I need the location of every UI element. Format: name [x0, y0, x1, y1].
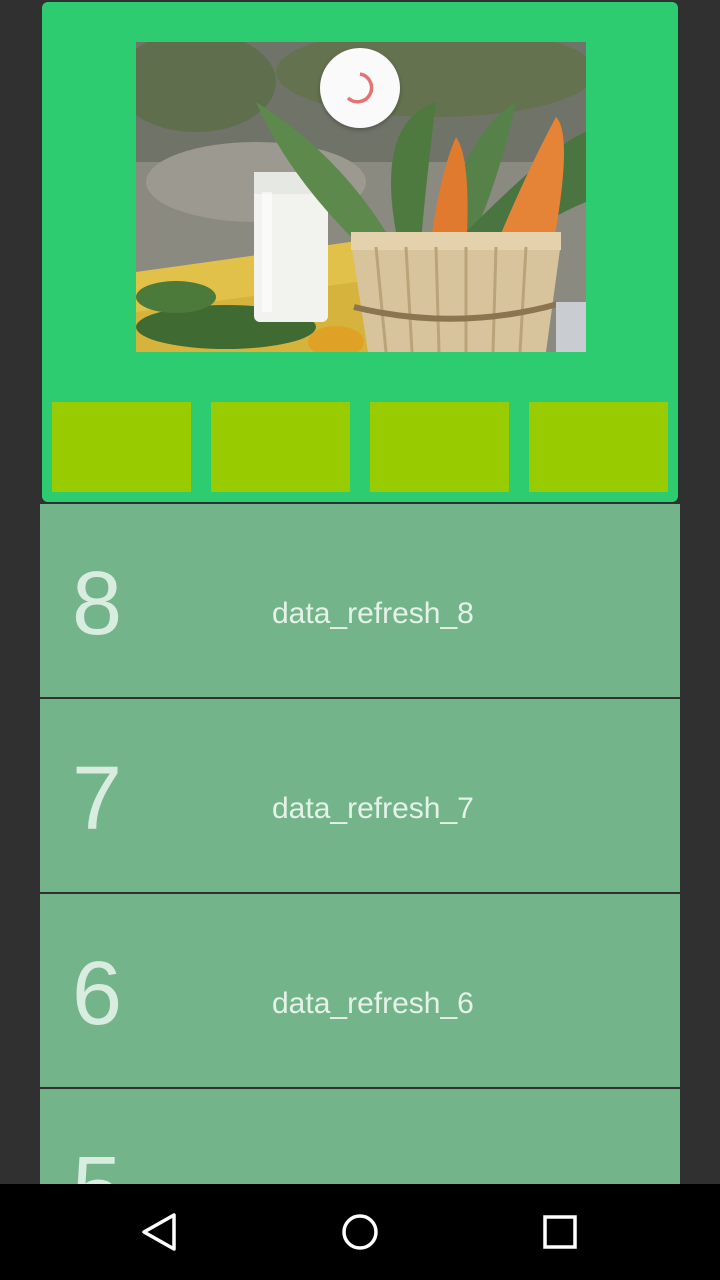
- header-card: [42, 2, 678, 502]
- recents-button[interactable]: [540, 1212, 580, 1252]
- loading-spinner: [320, 48, 400, 128]
- list-item-label: data_refresh_7: [272, 792, 474, 825]
- list-item[interactable]: 7 data_refresh_7: [40, 699, 680, 892]
- screen: 8 data_refresh_8 7 data_refresh_7 6 data…: [0, 0, 720, 1280]
- list-item-number: 5: [72, 1139, 122, 1184]
- list-item[interactable]: 5: [40, 1089, 680, 1184]
- list-item-number: 6: [72, 944, 123, 1044]
- list-item-number: 7: [72, 749, 123, 849]
- tile-button-3[interactable]: [370, 402, 509, 492]
- navigation-bar: [0, 1184, 720, 1280]
- list-item[interactable]: 6 data_refresh_6: [40, 894, 680, 1087]
- data-list[interactable]: 8 data_refresh_8 7 data_refresh_7 6 data…: [40, 504, 680, 1184]
- home-button[interactable]: [340, 1212, 380, 1252]
- back-triangle-icon: [142, 1213, 176, 1251]
- tile-button-4[interactable]: [529, 402, 668, 492]
- home-circle-icon: [342, 1214, 378, 1250]
- back-button[interactable]: [140, 1212, 180, 1252]
- tile-button-1[interactable]: [52, 402, 191, 492]
- tile-button-row: [52, 402, 668, 492]
- loading-spinner-icon: [346, 72, 374, 104]
- list-item[interactable]: 8 data_refresh_8: [40, 504, 680, 697]
- list-item-number: 8: [72, 554, 123, 654]
- list-item-label: data_refresh_8: [272, 597, 474, 630]
- recents-square-icon: [543, 1215, 577, 1249]
- tile-button-2[interactable]: [211, 402, 350, 492]
- list-item-label: data_refresh_6: [272, 987, 474, 1020]
